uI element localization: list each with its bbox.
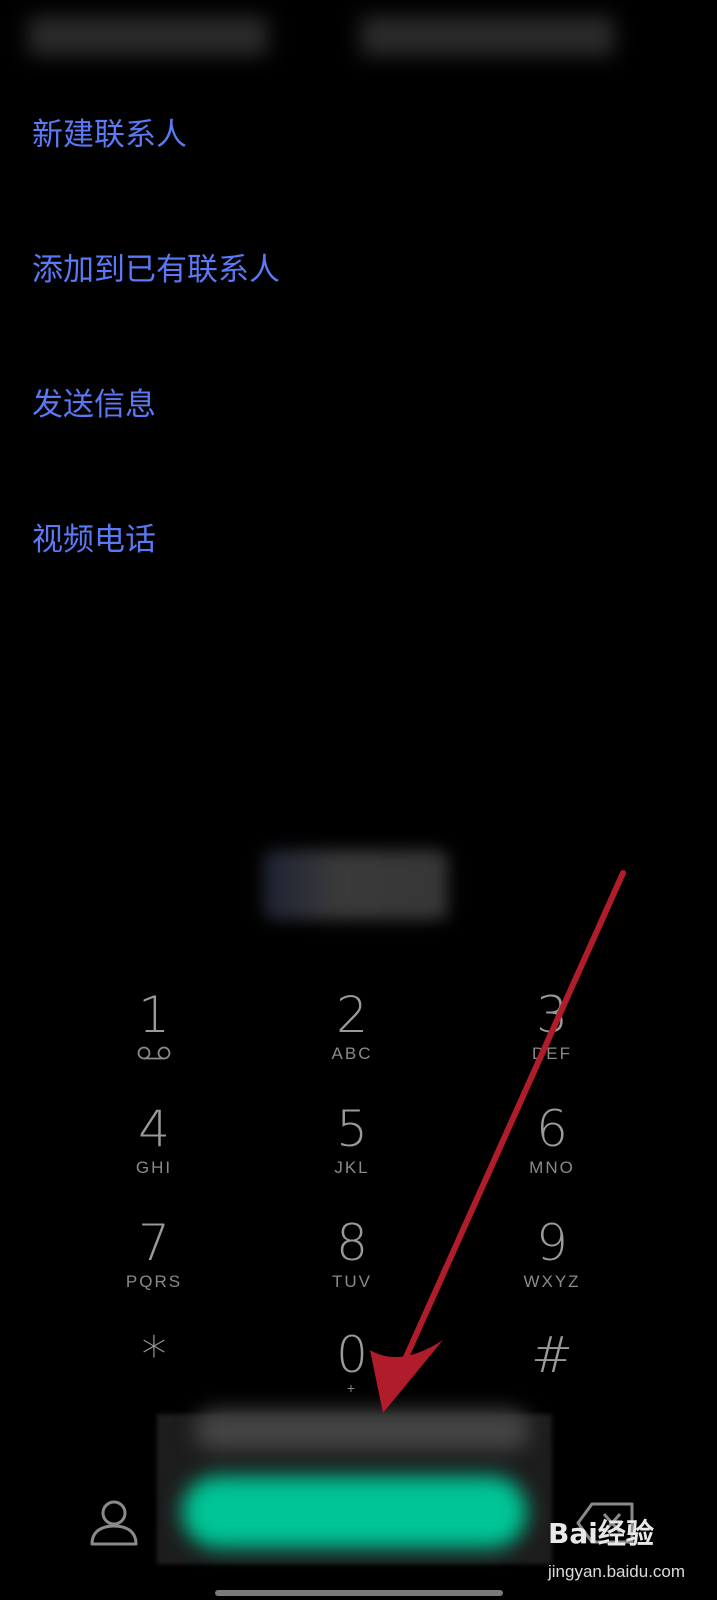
key-letters: WXYZ [523,1272,581,1291]
key-digit: # [531,1326,573,1384]
blurred-dialed-number [263,850,448,920]
key-digit: 7 [138,1214,170,1272]
key-letters: + [346,1380,358,1396]
home-indicator[interactable] [215,1590,503,1596]
key-digit: 9 [536,1214,568,1272]
contacts-icon[interactable] [88,1498,140,1548]
dialpad-key-4[interactable]: 4 GHI [74,1104,234,1204]
baidu-jingyan-watermark: Bai经验 jingyan.baidu.com [548,1512,713,1592]
dialpad-key-1[interactable]: 1 [74,990,234,1090]
key-digit: 8 [336,1214,368,1272]
key-digit: 5 [336,1100,368,1158]
key-digit: * [141,1326,167,1384]
key-digit: 1 [138,986,170,1044]
menu-item-new-contact[interactable]: 新建联系人 [32,120,187,151]
dialpad-key-3[interactable]: 3 DEF [472,990,632,1090]
key-digit: 0 [336,1326,368,1384]
key-digit: 6 [536,1100,568,1158]
key-letters: PQRS [125,1272,183,1291]
watermark-logo: Bai经验 [548,1517,654,1550]
menu-item-video-call[interactable]: 视频电话 [32,525,156,556]
call-button[interactable] [182,1476,527,1548]
key-letters: TUV [332,1272,372,1291]
key-digit: 4 [138,1100,170,1158]
blurred-header-right [360,16,615,56]
dialpad-key-5[interactable]: 5 JKL [272,1104,432,1204]
dialpad-key-6[interactable]: 6 MNO [472,1104,632,1204]
key-letters: JKL [334,1158,370,1177]
blurred-sim-selector [195,1410,530,1450]
dialpad-key-8[interactable]: 8 TUV [272,1218,432,1318]
key-letters: MNO [529,1158,575,1177]
key-letters: ABC [331,1044,373,1063]
dialpad-key-7[interactable]: 7 PQRS [74,1218,234,1318]
dialpad-key-2[interactable]: 2 ABC [272,990,432,1090]
menu-item-add-to-existing-contact[interactable]: 添加到已有联系人 [32,255,280,286]
menu-item-send-message[interactable]: 发送信息 [32,390,156,421]
blurred-header-left [28,16,268,56]
watermark-url: jingyan.baidu.com [548,1562,686,1581]
key-letters: GHI [135,1158,173,1177]
voicemail-icon [137,1046,171,1060]
dialpad-key-9[interactable]: 9 WXYZ [472,1218,632,1318]
key-digit: 2 [336,986,368,1044]
key-letters: DEF [532,1044,572,1063]
key-digit: 3 [536,986,568,1044]
